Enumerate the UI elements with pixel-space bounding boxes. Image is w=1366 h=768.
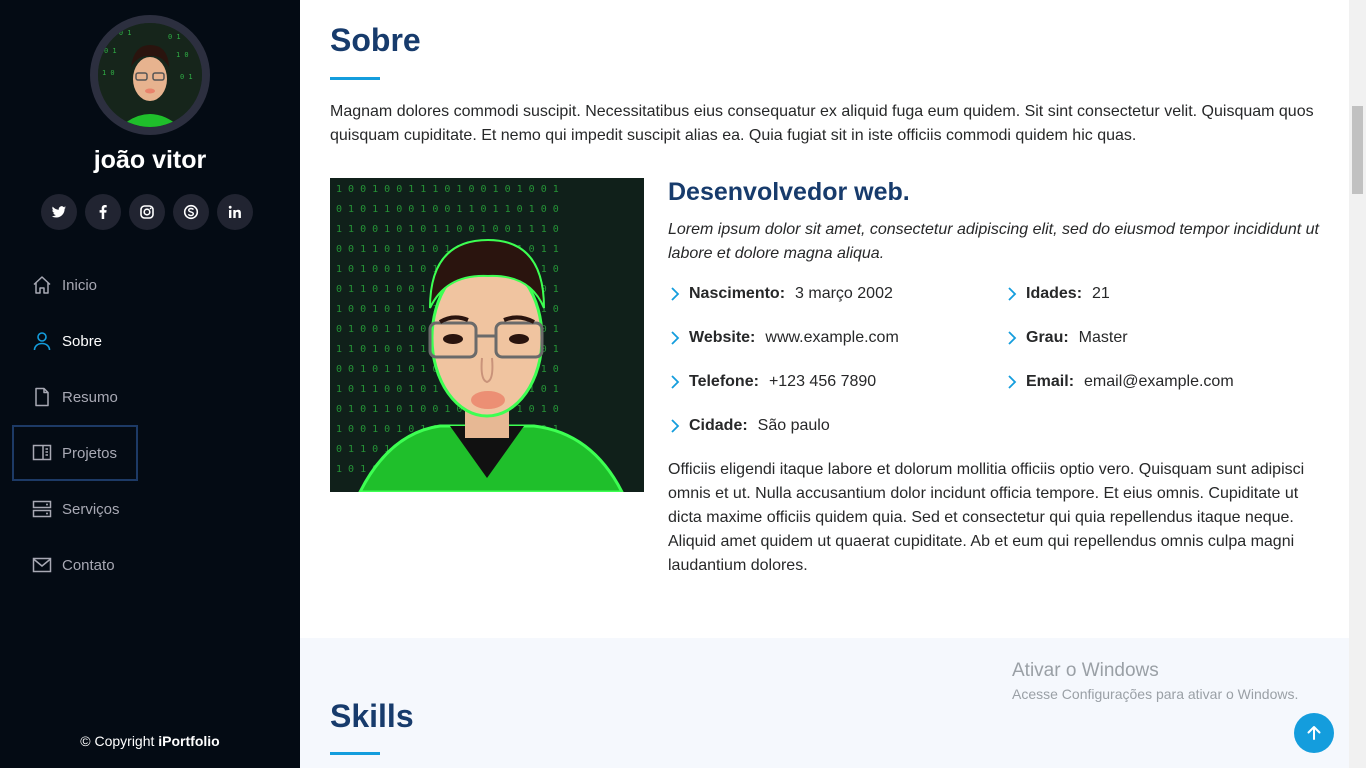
instagram-link[interactable]: [129, 194, 165, 230]
role-title: Desenvolvedor web.: [668, 178, 910, 206]
title-underline: [330, 752, 380, 755]
social-links: [41, 194, 253, 230]
svg-text:1 0: 1 0: [176, 51, 189, 59]
nav-label: Contato: [62, 556, 115, 574]
chevron-right-icon: [671, 419, 680, 433]
copyright-prefix: © Copyright: [80, 733, 155, 749]
envelope-icon: [31, 554, 53, 576]
chevron-right-icon: [671, 331, 680, 345]
profile-photo: 1 0 0 1 0 0 1 1 1 0 1 0 0 1 0 1 0 0 1 0 …: [330, 178, 644, 492]
nav-item-contato[interactable]: Contato: [12, 537, 292, 593]
info-value: 21: [1092, 285, 1110, 302]
windows-activation-watermark: Ativar o Windows Acesse Configurações pa…: [1012, 660, 1298, 702]
home-icon: [31, 274, 53, 296]
nav-label: Inicio: [62, 276, 98, 294]
scrollbar-thumb[interactable]: [1352, 106, 1363, 194]
facebook-icon: [99, 205, 107, 219]
skype-icon: [183, 204, 199, 220]
linkedin-icon: [228, 205, 241, 218]
nav-item-projetos[interactable]: Projetos: [12, 425, 138, 481]
about-intro: Magnam dolores commodi suscipit. Necessi…: [330, 103, 1314, 144]
sidebar: 1 0 0 1 0 1 0 1 1 0 1 0 0 1 joão vitor Inic…: [0, 0, 300, 768]
facebook-link[interactable]: [85, 194, 121, 230]
nav-label: Serviços: [62, 500, 120, 518]
linkedin-link[interactable]: [217, 194, 253, 230]
nav-label: Projetos: [62, 444, 118, 462]
svg-text:1 1 0 0 1 0 1 0 1 1 0 0 1 0 0: 1 1 0 0 1 0 1 0 1 1 0 0 1 0 0 1 1 1 0: [336, 224, 559, 235]
info-value: São paulo: [757, 417, 830, 434]
skype-link[interactable]: [173, 194, 209, 230]
info-label: Website:: [689, 329, 756, 346]
skills-section: [300, 638, 1349, 768]
section-title-sobre: Sobre: [330, 22, 421, 58]
copyright: © Copyright iPortfolio: [0, 733, 300, 749]
info-item: Nascimento: 3 março 2002: [668, 282, 893, 306]
title-underline: [330, 77, 380, 80]
nav-item-servicos[interactable]: Serviços: [12, 481, 292, 537]
watermark-title: Ativar o Windows: [1012, 660, 1159, 681]
nav-label: Resumo: [62, 388, 118, 406]
info-item: Cidade: São paulo: [668, 414, 830, 438]
chevron-right-icon: [1008, 375, 1017, 389]
server-icon: [31, 498, 53, 520]
nav-item-sobre[interactable]: Sobre: [12, 313, 292, 369]
chevron-right-icon: [1008, 331, 1017, 345]
info-item: Idades: 21: [1005, 282, 1110, 306]
info-value: Master: [1078, 329, 1128, 346]
nav-item-resumo[interactable]: Resumo: [12, 369, 292, 425]
svg-text:0 1: 0 1: [180, 73, 193, 81]
chevron-right-icon: [671, 287, 680, 301]
info-item: Website: www.example.com: [668, 326, 899, 350]
about-body: Officiis eligendi itaque labore et dolor…: [668, 461, 1305, 574]
arrow-up-icon: [1307, 726, 1321, 740]
info-label: Grau:: [1026, 329, 1069, 346]
chevron-right-icon: [671, 375, 680, 389]
file-icon: [31, 386, 53, 408]
section-title-skills: Skills: [330, 698, 414, 734]
watermark-subtitle: Acesse Configurações para ativar o Windo…: [1012, 686, 1299, 702]
info-item: Grau: Master: [1005, 326, 1128, 350]
nav-item-inicio[interactable]: Inicio: [12, 257, 292, 313]
copyright-brand: iPortfolio: [158, 733, 220, 749]
svg-text:0 1 0 1 1 0 0 1 0 0 1 1 0 1 1: 0 1 0 1 1 0 0 1 0 0 1 1 0 1 1 0 1 0 0: [336, 204, 559, 215]
svg-text:1 0 0 1: 1 0 0 1: [102, 29, 132, 37]
profile-name: joão vitor: [93, 146, 207, 174]
info-value: 3 março 2002: [795, 285, 893, 302]
twitter-icon: [51, 206, 66, 218]
info-label: Idades:: [1026, 285, 1083, 302]
back-to-top-button[interactable]: [1294, 713, 1334, 753]
svg-text:0 1: 0 1: [168, 33, 181, 41]
book-icon: [31, 442, 53, 464]
info-label: Nascimento:: [689, 285, 786, 302]
main-content: Sobre Magnam dolores commodi suscipit. N…: [300, 0, 1349, 768]
info-item: Telefone: +123 456 7890: [668, 370, 876, 394]
scrollbar[interactable]: [1349, 0, 1366, 768]
info-label: Email:: [1026, 373, 1075, 390]
info-item: Email: email@example.com: [1005, 370, 1234, 394]
chevron-right-icon: [1008, 287, 1017, 301]
svg-text:0 1: 0 1: [104, 47, 117, 55]
info-value: email@example.com: [1084, 373, 1234, 390]
person-icon: [31, 330, 53, 352]
nav-label: Sobre: [62, 332, 103, 350]
svg-text:1 0 0 1 0 0 1 1 1 0 1 0 0 1 0: 1 0 0 1 0 0 1 1 1 0 1 0 0 1 0 1 0 0 1: [336, 184, 559, 195]
info-label: Telefone:: [689, 373, 759, 390]
svg-text:0 1 0 1 1 0 1 0 0 1 0 1 1 0 0: 0 1 0 1 1 0 1 0 0 1 0 1 1 0 0 1 0 1 0: [336, 404, 559, 415]
svg-text:1 0: 1 0: [102, 69, 115, 77]
twitter-link[interactable]: [41, 194, 77, 230]
avatar: 1 0 0 1 0 1 0 1 1 0 1 0 0 1: [90, 15, 210, 135]
info-label: Cidade:: [689, 417, 748, 434]
role-description: Lorem ipsum dolor sit amet, consectetur …: [668, 221, 1319, 262]
main-nav: Inicio Sobre Resumo Projetos Serviços Co…: [12, 257, 292, 593]
instagram-icon: [140, 205, 154, 219]
info-value: www.example.com: [765, 329, 899, 346]
info-value: +123 456 7890: [768, 373, 877, 390]
